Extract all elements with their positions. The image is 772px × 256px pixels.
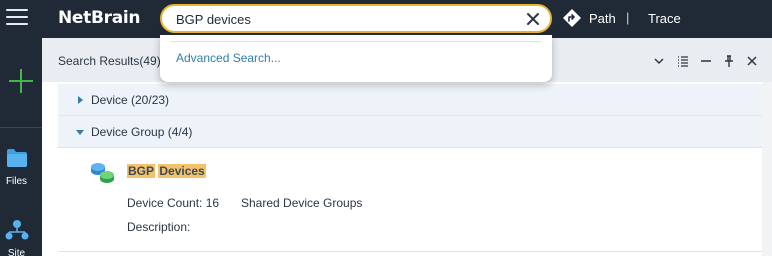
group-row-device-group[interactable]: Device Group (4/4) [58,116,762,148]
result-item: BGP Devices Device Count: 16 Shared Devi… [58,148,762,252]
scrollbar[interactable] [762,82,772,256]
pin-icon[interactable] [722,54,736,68]
result-name-link[interactable]: BGP Devices [127,164,206,178]
divider [58,251,762,252]
device-group-icon [91,163,114,183]
highlighted-term: BGP [127,164,156,178]
group-label: Device (20/23) [91,93,170,107]
dropdown-divider [170,41,542,42]
panel-title: Search Results(49) [58,54,161,68]
device-count: Device Count: 16 [127,196,220,210]
folder-icon [7,149,27,167]
chevron-down-icon[interactable] [652,54,666,68]
list-icon[interactable] [676,54,690,68]
close-icon[interactable] [524,10,542,28]
site-nav-button[interactable]: Site [0,216,42,256]
search-input[interactable] [176,9,516,29]
path-link[interactable]: Path [589,11,616,26]
description-label: Description: [127,220,191,234]
caret-right-icon [78,96,83,104]
top-bar: NetBrain Path | Trace [0,0,772,38]
files-nav-button[interactable]: Files [0,146,42,190]
highlighted-term: Devices [158,164,206,178]
caret-down-icon [76,130,84,135]
minimize-icon[interactable] [699,54,713,68]
trace-link[interactable]: Trace [648,11,681,26]
site-label: Site [7,248,26,256]
search-box[interactable] [160,4,552,33]
group-type: Shared Device Groups [241,196,363,210]
add-icon[interactable] [8,68,34,94]
search-dropdown: Advanced Search... [160,35,552,82]
site-icon [5,220,29,240]
netbrain-logo: NetBrain [58,8,141,28]
nav-divider [0,127,42,128]
close-icon[interactable] [745,54,759,68]
advanced-search-link[interactable]: Advanced Search... [176,51,281,65]
menu-icon[interactable] [6,9,28,27]
group-row-device[interactable]: Device (20/23) [58,84,762,116]
path-icon[interactable] [562,8,582,28]
files-label: Files [5,176,28,187]
left-nav: Files Site [0,38,42,256]
group-label: Device Group (4/4) [91,125,193,139]
toolbar-divider: | [626,10,630,25]
